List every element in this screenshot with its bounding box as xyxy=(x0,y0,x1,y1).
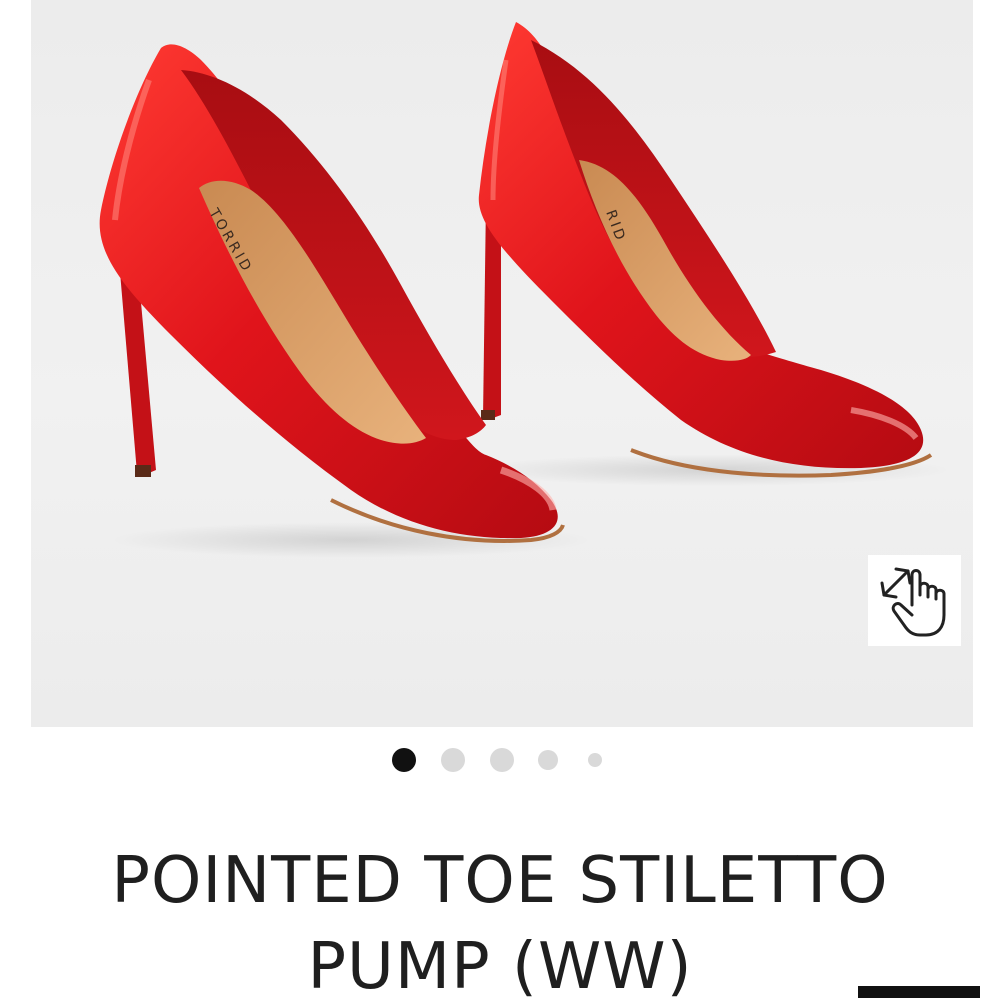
red-pumps-image: RID TORRID xyxy=(99,22,951,558)
carousel-dot-4[interactable] xyxy=(538,750,558,770)
carousel-dot-5[interactable] xyxy=(588,753,602,767)
product-page: RID TORRID POINTED TOE STILETTO PUMP (WW… xyxy=(0,0,1000,998)
sticky-bar-edge[interactable] xyxy=(858,986,980,998)
carousel-dot-1[interactable] xyxy=(392,748,416,772)
carousel-dot-3[interactable] xyxy=(490,748,514,772)
product-image[interactable]: RID TORRID xyxy=(31,0,973,727)
product-title-line-1: POINTED TOE STILETTO xyxy=(111,844,889,918)
pinch-zoom-button[interactable] xyxy=(868,555,961,646)
right-shoe: RID xyxy=(478,22,933,478)
pinch-zoom-hand-icon xyxy=(880,567,946,637)
product-title-line-2: PUMP (WW) xyxy=(307,930,693,998)
carousel-dots xyxy=(0,740,1000,780)
product-title: POINTED TOE STILETTO PUMP (WW) xyxy=(0,838,1000,998)
carousel-dot-2[interactable] xyxy=(441,748,465,772)
